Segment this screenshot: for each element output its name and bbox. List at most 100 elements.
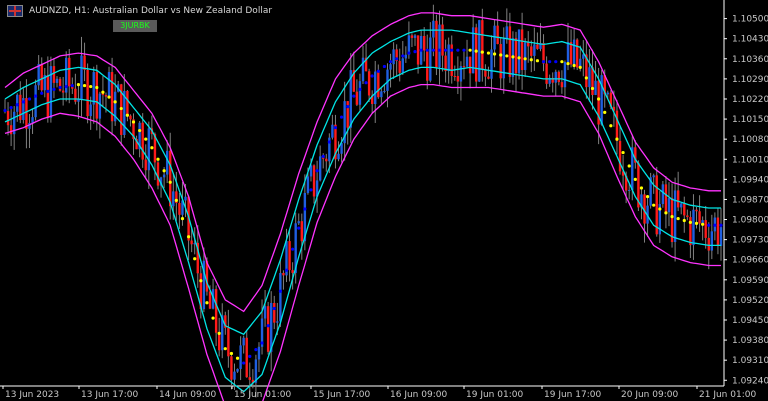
mid-line-dot xyxy=(76,83,81,87)
mid-line-dot xyxy=(125,113,129,117)
candle-body xyxy=(680,203,683,208)
candle-body xyxy=(257,346,261,360)
candle-body xyxy=(325,158,328,162)
candle-body xyxy=(499,44,502,79)
candle-body xyxy=(441,24,444,56)
candle-body xyxy=(248,377,251,380)
candle-body xyxy=(147,128,151,171)
candle-body xyxy=(465,56,469,67)
candle-body xyxy=(667,198,671,213)
mid-line-dot xyxy=(566,61,570,66)
mid-line-dot xyxy=(260,341,264,345)
candle-body xyxy=(716,217,720,246)
mid-line-dot xyxy=(138,128,142,133)
candle-body xyxy=(692,209,695,246)
candle-body xyxy=(318,156,322,181)
x-tick-label: 19 Jun 01:00 xyxy=(466,390,523,400)
candle-body xyxy=(487,76,490,79)
candle-body xyxy=(141,122,144,160)
mid-line-dot xyxy=(3,108,7,113)
candle-body xyxy=(288,241,291,271)
chart-title: AUDNZD, H1: Australian Dollar vs New Zea… xyxy=(29,6,273,16)
candle-body xyxy=(545,63,548,84)
x-tick-label: 15 Jun 17:00 xyxy=(313,390,370,400)
candle-body xyxy=(312,165,316,197)
mid-line-dot xyxy=(315,169,319,173)
candle-body xyxy=(377,71,380,98)
mid-line-dot xyxy=(707,223,711,227)
mid-line-dot xyxy=(168,180,172,184)
mid-line-dot xyxy=(333,126,338,130)
candle-body xyxy=(606,92,609,95)
candle-body xyxy=(683,203,686,216)
candle-body xyxy=(478,20,481,82)
candle-body xyxy=(456,76,460,82)
mid-line-dot xyxy=(346,105,350,109)
mid-line-dot xyxy=(9,105,13,110)
candle-body xyxy=(652,175,655,178)
mid-line-dot xyxy=(486,51,491,55)
candle-body xyxy=(673,190,677,243)
mid-line-dot xyxy=(480,50,484,54)
candle-body xyxy=(527,42,530,47)
candle-body xyxy=(156,162,160,186)
y-tick-label: 1.09590 xyxy=(732,276,768,286)
x-tick-label: 19 Jun 17:00 xyxy=(544,390,601,400)
mid-line-dot xyxy=(584,76,588,80)
mid-line-dot xyxy=(40,91,44,95)
candle-body xyxy=(719,227,723,246)
candle-body xyxy=(107,72,111,97)
candle-body xyxy=(68,57,71,87)
y-tick-label: 1.09800 xyxy=(732,216,768,226)
mid-line-dot xyxy=(444,48,448,52)
candle-body xyxy=(661,184,665,205)
mid-line-dot xyxy=(419,48,423,52)
mid-line-dot xyxy=(327,140,331,144)
mid-line-dot xyxy=(242,361,246,365)
mid-line-dot xyxy=(376,69,380,73)
candle-body xyxy=(86,69,89,117)
price-chart[interactable]: 1.10500 1.10430 1.10360 1.10290 1.10220 1.101… xyxy=(0,0,768,401)
candle-body xyxy=(569,42,573,65)
candle-body xyxy=(55,78,59,83)
mid-line-dot xyxy=(297,226,301,230)
mid-line-dot xyxy=(223,347,227,351)
mid-line-dot xyxy=(52,87,56,92)
candle-body xyxy=(560,82,564,88)
candle-body xyxy=(572,39,576,65)
chart-plot-area[interactable]: 1.10500 1.10430 1.10360 1.10290 1.10220 1.101… xyxy=(0,0,768,401)
y-tick-label: 1.10290 xyxy=(732,75,768,85)
x-tick-label: 13 Jun 2023 xyxy=(5,390,59,400)
mid-line-dot xyxy=(95,85,99,90)
y-tick-label: 1.10220 xyxy=(732,95,768,105)
candle-body xyxy=(239,345,242,369)
mid-line-dot xyxy=(395,57,399,61)
mid-line-dot xyxy=(413,50,417,54)
mid-line-dot xyxy=(388,60,393,64)
mid-line-dot xyxy=(541,60,546,64)
candle-body xyxy=(273,302,276,323)
candle-body xyxy=(172,191,175,207)
mid-line-dot xyxy=(682,218,686,223)
mid-line-dot xyxy=(615,137,619,141)
y-tick-label: 1.10430 xyxy=(732,35,768,45)
candle-body xyxy=(74,88,77,102)
candle-body xyxy=(190,240,193,245)
mid-line-dot xyxy=(229,351,234,356)
mid-line-dot xyxy=(70,83,74,88)
mid-line-dot xyxy=(627,164,631,168)
mid-line-dot xyxy=(205,301,209,305)
mid-line-dot xyxy=(358,87,362,92)
candle-body xyxy=(263,306,267,319)
mid-line-dot xyxy=(492,52,497,56)
candle-body xyxy=(707,237,710,251)
mid-line-dot xyxy=(199,279,203,283)
candle-body xyxy=(392,49,395,65)
candle-body xyxy=(566,42,570,62)
x-tick-label: 15 Jun 01:00 xyxy=(234,390,291,400)
mid-line-dot xyxy=(658,207,662,211)
candle-body xyxy=(615,110,619,141)
mid-line-dot xyxy=(174,198,178,202)
mid-line-dot xyxy=(89,84,93,89)
mid-line-dot xyxy=(21,100,25,104)
